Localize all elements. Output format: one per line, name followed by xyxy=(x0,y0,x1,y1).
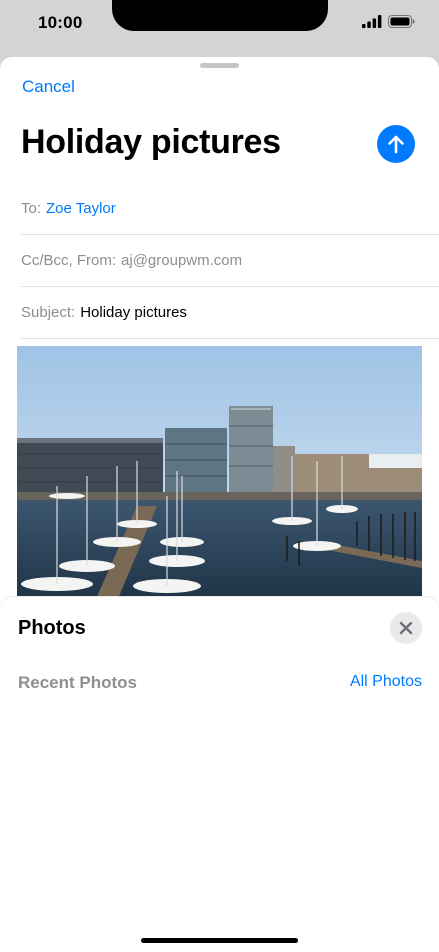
from-address[interactable]: aj@groupwm.com xyxy=(121,252,242,269)
notch xyxy=(112,0,328,31)
cancel-button[interactable]: Cancel xyxy=(22,77,75,97)
subject-label: Subject: xyxy=(21,304,76,321)
phone-screen: 10:00 Cancel Holiday pictures To: Zoe Ta… xyxy=(0,0,439,952)
to-field[interactable]: To: Zoe Taylor xyxy=(21,183,439,235)
send-arrow-icon xyxy=(388,135,404,154)
close-photos-button[interactable] xyxy=(390,612,422,644)
subject-field[interactable]: Subject: Holiday pictures xyxy=(21,287,439,339)
attached-photo[interactable] xyxy=(17,346,422,601)
compose-sheet: Cancel Holiday pictures To: Zoe Taylor C… xyxy=(0,57,439,952)
harbor-photo-image xyxy=(17,346,422,601)
home-indicator[interactable] xyxy=(141,938,298,943)
photos-panel-title: Photos xyxy=(18,617,86,639)
status-time: 10:00 xyxy=(38,13,83,32)
recent-photos-heading: Recent Photos xyxy=(18,673,138,692)
all-photos-link[interactable]: All Photos xyxy=(350,673,422,691)
status-icons xyxy=(362,15,415,28)
cc-bcc-from-label: Cc/Bcc, From: xyxy=(21,252,117,269)
battery-icon xyxy=(388,15,415,28)
signal-icon xyxy=(362,15,382,28)
sheet-grabber[interactable] xyxy=(200,63,239,68)
recipient-token[interactable]: Zoe Taylor xyxy=(46,200,116,217)
close-icon xyxy=(399,621,413,635)
status-bar: 10:00 xyxy=(0,0,439,48)
photos-panel: Photos Recent Photos All Photos xyxy=(0,597,439,952)
send-button[interactable] xyxy=(377,125,415,163)
cc-bcc-from-field[interactable]: Cc/Bcc, From: aj@groupwm.com xyxy=(21,235,439,287)
subject-input[interactable]: Holiday pictures xyxy=(80,304,187,321)
compose-title: Holiday pictures xyxy=(21,123,281,161)
to-label: To: xyxy=(21,200,42,217)
